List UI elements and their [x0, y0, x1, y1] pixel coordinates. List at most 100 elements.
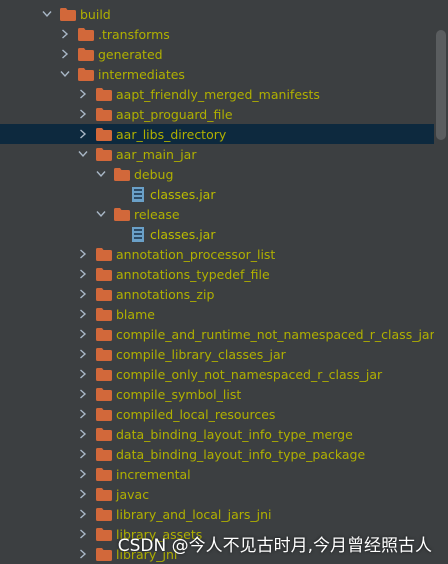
tree-item-label: .transforms [98, 26, 170, 42]
folder-icon [96, 287, 112, 301]
chevron-right-icon[interactable] [76, 284, 90, 304]
tree-item-label: annotations_zip [116, 286, 215, 302]
tree-folder-row[interactable]: aar_libs_directory [0, 124, 434, 144]
folder-icon [96, 127, 112, 141]
tree-folder-row[interactable]: aapt_proguard_file [0, 104, 434, 124]
tree-item-label: debug [134, 166, 174, 182]
arrow-placeholder [112, 184, 126, 204]
chevron-right-icon[interactable] [76, 504, 90, 524]
folder-icon [96, 267, 112, 281]
tree-item-label: data_binding_layout_info_type_package [116, 446, 366, 462]
chevron-right-icon[interactable] [76, 484, 90, 504]
tree-folder-row[interactable]: compile_and_runtime_not_namespaced_r_cla… [0, 324, 435, 344]
tree-folder-row[interactable]: data_binding_layout_info_type_package [0, 444, 434, 464]
tree-folder-row[interactable]: aar_main_jar [0, 144, 434, 164]
folder-icon [78, 47, 94, 61]
tree-item-label: annotations_typedef_file [116, 266, 270, 282]
chevron-right-icon[interactable] [58, 24, 72, 44]
chevron-right-icon[interactable] [76, 304, 90, 324]
tree-item-label: build [80, 6, 111, 22]
jar-file-icon [132, 226, 146, 242]
tree-folder-row[interactable]: debug [0, 164, 434, 184]
tree-folder-row[interactable]: generated [0, 44, 434, 64]
folder-icon [96, 107, 112, 121]
tree-folder-row[interactable]: annotations_zip [0, 284, 434, 304]
tree-item-label: aapt_friendly_merged_manifests [116, 86, 320, 102]
tree-folder-row[interactable]: compile_symbol_list [0, 384, 434, 404]
tree-item-label: library_and_local_jars_jni [116, 506, 272, 522]
chevron-down-icon[interactable] [76, 144, 90, 164]
tree-file-row[interactable]: classes.jar [0, 184, 434, 204]
chevron-right-icon[interactable] [58, 44, 72, 64]
tree-item-label: compile_and_runtime_not_namespaced_r_cla… [116, 326, 435, 342]
tree-file-row[interactable]: classes.jar [0, 224, 434, 244]
tree-folder-row[interactable]: library_and_local_jars_jni [0, 504, 434, 524]
chevron-down-icon[interactable] [40, 4, 54, 24]
chevron-right-icon[interactable] [76, 104, 90, 124]
chevron-right-icon[interactable] [76, 424, 90, 444]
folder-icon [96, 367, 112, 381]
chevron-right-icon[interactable] [76, 84, 90, 104]
chevron-down-icon[interactable] [94, 204, 108, 224]
scrollbar-track[interactable] [434, 0, 448, 564]
folder-icon [96, 507, 112, 521]
tree-item-label: aapt_proguard_file [116, 106, 233, 122]
project-tree: build .transforms generated intermediates aa… [0, 0, 448, 564]
chevron-right-icon[interactable] [76, 364, 90, 384]
tree-folder-row[interactable]: javac [0, 484, 434, 504]
tree-folder-row[interactable]: compiled_local_resources [0, 404, 434, 424]
tree-folder-row[interactable]: compile_library_classes_jar [0, 344, 434, 364]
tree-item-label: generated [98, 46, 163, 62]
folder-icon [96, 427, 112, 441]
chevron-right-icon[interactable] [76, 264, 90, 284]
chevron-right-icon[interactable] [76, 244, 90, 264]
folder-icon [114, 167, 130, 181]
tree-item-label: compile_symbol_list [116, 386, 242, 402]
chevron-right-icon[interactable] [76, 324, 90, 344]
tree-item-label: incremental [116, 466, 191, 482]
tree-folder-row[interactable]: build [0, 4, 434, 24]
chevron-right-icon[interactable] [76, 544, 90, 564]
chevron-right-icon[interactable] [76, 404, 90, 424]
tree-folder-row[interactable]: blame [0, 304, 434, 324]
tree-folder-row[interactable]: intermediates [0, 64, 434, 84]
folder-icon [78, 67, 94, 81]
folder-icon [96, 247, 112, 261]
folder-icon [96, 447, 112, 461]
folder-icon [96, 407, 112, 421]
folder-icon [96, 327, 112, 341]
folder-icon [96, 487, 112, 501]
tree-item-label: classes.jar [150, 226, 216, 242]
tree-item-label: intermediates [98, 66, 185, 82]
chevron-right-icon[interactable] [76, 124, 90, 144]
chevron-down-icon[interactable] [94, 164, 108, 184]
chevron-right-icon[interactable] [76, 444, 90, 464]
tree-item-label: compile_only_not_namespaced_r_class_jar [116, 366, 383, 382]
tree-folder-row[interactable]: aapt_friendly_merged_manifests [0, 84, 434, 104]
tree-item-label: javac [116, 486, 150, 502]
scrollbar-thumb[interactable] [436, 30, 446, 140]
chevron-down-icon[interactable] [58, 64, 72, 84]
tree-item-label: release [134, 206, 180, 222]
chevron-right-icon[interactable] [76, 344, 90, 364]
tree-item-label: classes.jar [150, 186, 216, 202]
tree-item-label: compiled_local_resources [116, 406, 276, 422]
tree-folder-row[interactable]: incremental [0, 464, 434, 484]
tree-folder-row[interactable]: compile_only_not_namespaced_r_class_jar [0, 364, 434, 384]
chevron-right-icon[interactable] [76, 524, 90, 544]
tree-folder-row[interactable]: release [0, 204, 434, 224]
chevron-right-icon[interactable] [76, 464, 90, 484]
folder-icon [96, 387, 112, 401]
folder-icon [96, 307, 112, 321]
tree-item-label: annotation_processor_list [116, 246, 276, 262]
tree-folder-row[interactable]: annotation_processor_list [0, 244, 434, 264]
watermark-text: CSDN @今人不见古时月,今月曾经照古人 [117, 536, 432, 556]
tree-folder-row[interactable]: .transforms [0, 24, 434, 44]
arrow-placeholder [112, 224, 126, 244]
folder-icon [96, 147, 112, 161]
chevron-right-icon[interactable] [76, 384, 90, 404]
folder-icon [96, 547, 112, 561]
tree-folder-row[interactable]: annotations_typedef_file [0, 264, 434, 284]
tree-item-label: data_binding_layout_info_type_merge [116, 426, 353, 442]
tree-folder-row[interactable]: data_binding_layout_info_type_merge [0, 424, 434, 444]
